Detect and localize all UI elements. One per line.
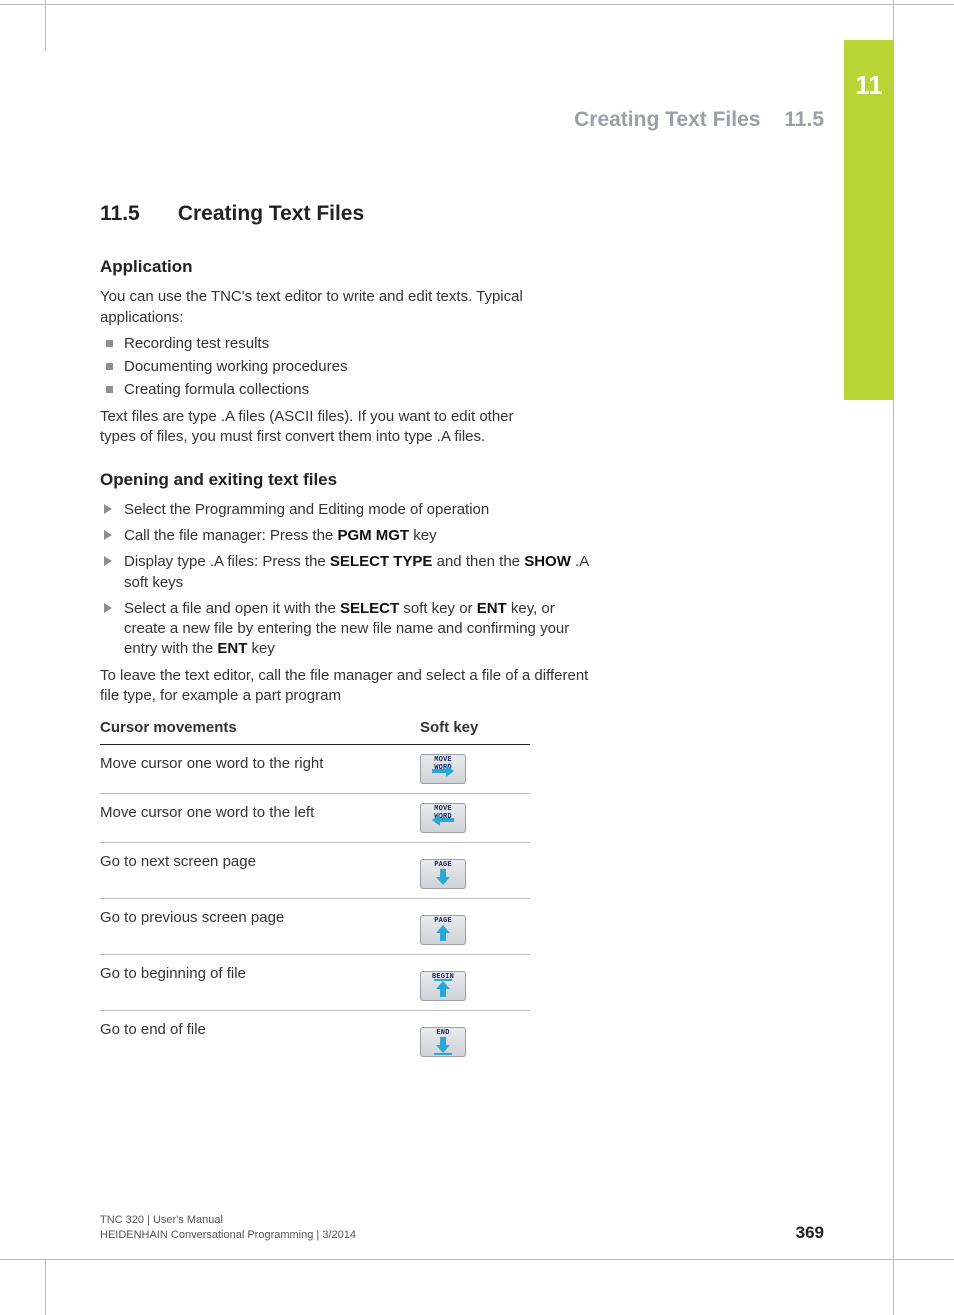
- list-item: Call the file manager: Press the PGM MGT…: [100, 526, 590, 546]
- crop-mark: [0, 0, 954, 5]
- footer-line2: HEIDENHAIN Conversational Programming | …: [100, 1228, 356, 1243]
- chapter-tab: 11: [844, 40, 894, 400]
- table-cell-softkey: END: [420, 1011, 530, 1067]
- table-row: Move cursor one word to the rightMOVEWOR…: [100, 745, 530, 794]
- table-row: Go to previous screen pagePAGE: [100, 899, 530, 955]
- running-head: Creating Text Files 11.5: [574, 108, 824, 132]
- table-cell-desc: Move cursor one word to the right: [100, 745, 420, 794]
- softkey-page-up: PAGE: [420, 915, 466, 945]
- table-cell-softkey: PAGE: [420, 843, 530, 899]
- table-cell-desc: Go to previous screen page: [100, 899, 420, 955]
- footer: TNC 320 | User's Manual HEIDENHAIN Conve…: [100, 1213, 356, 1243]
- list-item: Documenting working procedures: [100, 357, 630, 377]
- table-row: Go to next screen pagePAGE: [100, 843, 530, 899]
- table-cell-softkey: PAGE: [420, 899, 530, 955]
- page-number: 369: [796, 1223, 824, 1243]
- table-row: Move cursor one word to the leftMOVEWORD: [100, 794, 530, 843]
- running-head-title: Creating Text Files: [574, 108, 760, 131]
- running-head-number: 11.5: [784, 108, 824, 131]
- application-para2: Text files are type .A files (ASCII file…: [100, 407, 530, 448]
- softkey-table: Cursor movements Soft key Move cursor on…: [100, 712, 530, 1066]
- list-item: Select a file and open it with the SELEC…: [100, 599, 590, 660]
- crop-mark: [45, 1260, 46, 1315]
- section-title: 11.5 Creating Text Files: [100, 200, 630, 228]
- list-item: Select the Programming and Editing mode …: [100, 500, 590, 520]
- opening-heading: Opening and exiting text files: [100, 469, 630, 492]
- opening-steps: Select the Programming and Editing mode …: [100, 500, 630, 660]
- page: 11 Creating Text Files 11.5 11.5 Creatin…: [0, 0, 954, 1315]
- list-item: Recording test results: [100, 334, 630, 354]
- table-header-col2: Soft key: [420, 712, 530, 745]
- softkey-move-left: MOVEWORD: [420, 803, 466, 833]
- table-cell-desc: Go to end of file: [100, 1011, 420, 1067]
- table-cell-softkey: MOVEWORD: [420, 745, 530, 794]
- crop-mark: [0, 1259, 954, 1260]
- chapter-number: 11: [844, 40, 894, 101]
- list-item: Creating formula collections: [100, 380, 630, 400]
- table-cell-softkey: MOVEWORD: [420, 794, 530, 843]
- list-item: Display type .A files: Press the SELECT …: [100, 552, 590, 593]
- softkey-page-down: PAGE: [420, 859, 466, 889]
- table-cell-desc: Move cursor one word to the left: [100, 794, 420, 843]
- softkey-end-down: END: [420, 1027, 466, 1057]
- application-bullets: Recording test results Documenting worki…: [100, 334, 630, 401]
- section-number: 11.5: [100, 200, 172, 228]
- table-cell-desc: Go to beginning of file: [100, 955, 420, 1011]
- section-heading: Creating Text Files: [178, 202, 364, 225]
- application-heading: Application: [100, 256, 630, 279]
- table-row: Go to end of fileEND: [100, 1011, 530, 1067]
- softkey-begin-up: BEGIN: [420, 971, 466, 1001]
- crop-mark: [45, 0, 46, 50]
- application-intro: You can use the TNC's text editor to wri…: [100, 287, 530, 328]
- softkey-move-right: MOVEWORD: [420, 754, 466, 784]
- table-header-col1: Cursor movements: [100, 712, 420, 745]
- table-cell-desc: Go to next screen page: [100, 843, 420, 899]
- table-row: Go to beginning of fileBEGIN: [100, 955, 530, 1011]
- content: 11.5 Creating Text Files Application You…: [100, 200, 630, 1066]
- opening-outro: To leave the text editor, call the file …: [100, 666, 590, 707]
- footer-line1: TNC 320 | User's Manual: [100, 1213, 356, 1228]
- table-cell-softkey: BEGIN: [420, 955, 530, 1011]
